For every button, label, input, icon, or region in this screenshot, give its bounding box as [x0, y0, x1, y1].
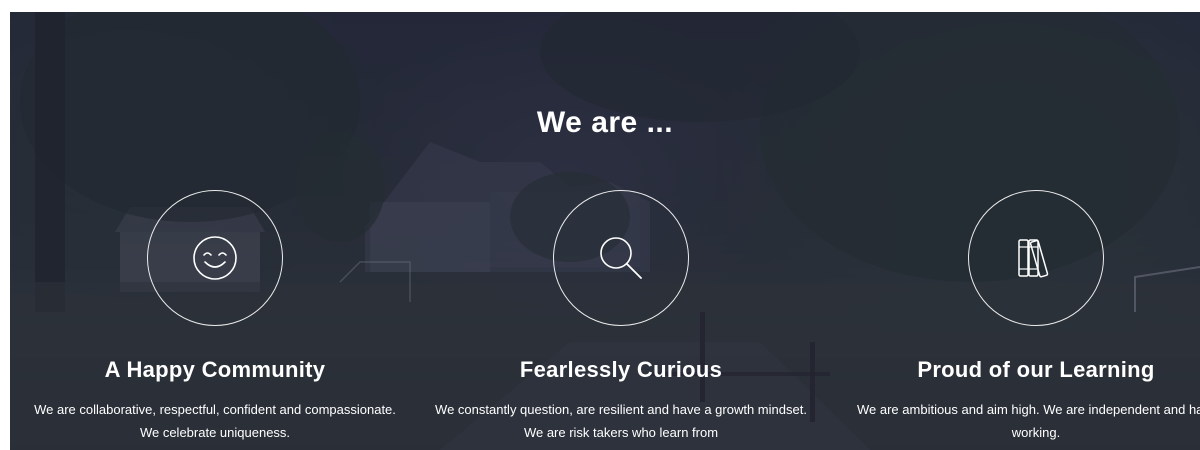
smiley-face-icon — [193, 236, 237, 280]
books-icon — [1018, 239, 1049, 278]
feature-description: We are ambitious and aim high. We are in… — [857, 402, 1200, 440]
we-are-hero-section: We are ... A Happy Community We are coll… — [10, 12, 1200, 450]
feature-title: Proud of our Learning — [917, 357, 1155, 382]
section-heading: We are ... — [536, 106, 674, 139]
feature-description: We are collaborative, respectful, confid… — [34, 402, 396, 440]
feature-icon-circle — [553, 190, 689, 326]
feature-description: We constantly question, are resilient an… — [435, 402, 807, 440]
magnifying-glass-icon — [600, 237, 642, 279]
feature-title: Fearlessly Curious — [519, 357, 723, 382]
feature-icon-circle — [968, 190, 1104, 326]
feature-title: A Happy Community — [104, 357, 326, 382]
feature-icon-circle — [147, 190, 283, 326]
